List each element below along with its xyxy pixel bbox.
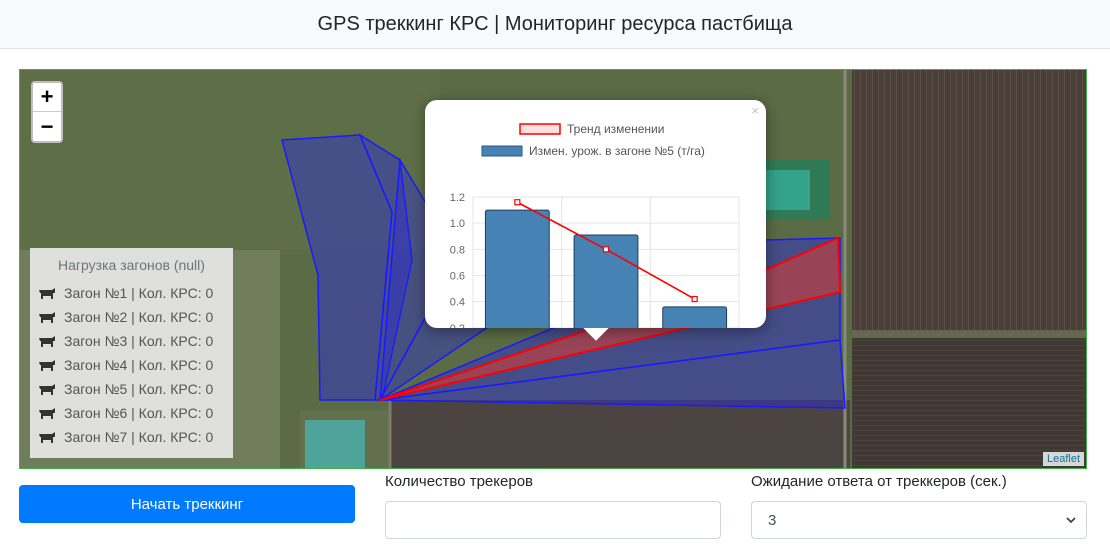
legend-swatch-bar [481, 145, 523, 157]
legend-item-label: Загон №6 | Кол. КРС: 0 [64, 405, 214, 421]
trend-point [602, 246, 610, 253]
yield-chart: Тренд изменении Измен. урож. в загоне №5 … [450, 122, 740, 328]
zoom-out-button[interactable]: − [33, 112, 61, 141]
legend-list: Загон №1 | Кол. КРС: 0 Загон №2 | Кол. КР… [38, 281, 225, 449]
bar-mark [484, 209, 550, 328]
cow-icon [39, 408, 55, 419]
trend-point [691, 295, 698, 303]
legend-item-label: Загон №1 | Кол. КРС: 0 [64, 285, 214, 301]
y-tick-label: 0.6 [450, 271, 465, 283]
zoom-in-button[interactable]: + [33, 83, 61, 112]
y-tick-label: 0.4 [450, 297, 465, 309]
page-title: GPS треккинг КРС | Мониторинг ресурса па… [317, 12, 793, 35]
y-tick-label: 1.2 [450, 192, 465, 204]
zoom-control: + − [31, 81, 63, 143]
cow-icon [39, 336, 55, 347]
wait-timeout-label: Ожидание ответа от треккеров (сек.) [751, 473, 1007, 490]
cow-icon [39, 288, 55, 299]
pen-load-legend: Нагрузка загонов (null) Загон №1 | Кол. … [30, 248, 233, 458]
legend-item: Загон №5 | Кол. КРС: 0 [38, 377, 225, 401]
start-tracking-button[interactable]: Начать треккинг [19, 485, 355, 523]
legend-label-bar: Измен. урож. в загоне №5 (т/га) [529, 144, 705, 158]
legend-label-trend: Тренд изменении [567, 122, 664, 136]
app-header: GPS треккинг КРС | Мониторинг ресурса па… [0, 0, 1110, 49]
bar-mark [662, 306, 728, 328]
legend-item: Загон №4 | Кол. КРС: 0 [38, 353, 225, 377]
trend-point [514, 199, 521, 206]
cow-icon [39, 384, 55, 395]
wait-timeout-value: 3 [768, 511, 777, 529]
legend-item: Загон №2 | Кол. КРС: 0 [38, 305, 225, 329]
y-tick-label: 0.8 [450, 244, 465, 256]
cow-icon [39, 360, 55, 371]
legend-item-label: Загон №4 | Кол. КРС: 0 [64, 357, 214, 373]
chart-popup: Тренд изменении Измен. урож. в загоне №5 … [425, 100, 766, 341]
legend-item: Загон №7 | Кол. КРС: 0 [38, 425, 225, 449]
trackers-count-label: Количество трекеров [385, 473, 534, 490]
legend-item: Загон №6 | Кол. КРС: 0 [38, 401, 225, 425]
y-tick-label: 1.0 [450, 218, 465, 230]
legend-item-label: Загон №5 | Кол. КРС: 0 [64, 381, 214, 397]
close-icon[interactable]: × [751, 103, 759, 118]
chevron-down-icon [1066, 517, 1076, 524]
legend-title: Нагрузка загонов (null) [58, 257, 205, 273]
trackers-count-input[interactable] [385, 501, 721, 539]
legend-item: Загон №3 | Кол. КРС: 0 [38, 329, 225, 353]
legend-item-label: Загон №2 | Кол. КРС: 0 [64, 309, 214, 325]
cow-icon [39, 312, 55, 323]
wait-timeout-select[interactable]: 3 [751, 501, 1087, 539]
map-view[interactable]: + − Нагрузка загонов (null) Загон №1 | К… [19, 69, 1087, 469]
cow-icon [39, 432, 55, 443]
legend-item-label: Загон №3 | Кол. КРС: 0 [64, 333, 214, 349]
y-tick-label: 0.2 [450, 323, 465, 328]
legend-swatch-trend [519, 123, 561, 135]
legend-item: Загон №1 | Кол. КРС: 0 [38, 281, 225, 305]
leaflet-attribution[interactable]: Leaflet [1042, 452, 1084, 466]
legend-item-label: Загон №7 | Кол. КРС: 0 [64, 429, 214, 445]
